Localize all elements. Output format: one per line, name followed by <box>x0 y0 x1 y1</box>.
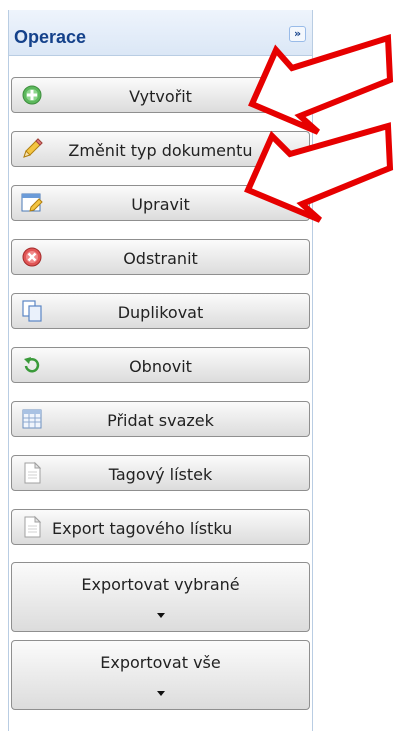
annotation-arrows <box>244 33 394 223</box>
red-arrow-icon <box>244 122 394 223</box>
red-arrow-icon <box>248 33 394 135</box>
